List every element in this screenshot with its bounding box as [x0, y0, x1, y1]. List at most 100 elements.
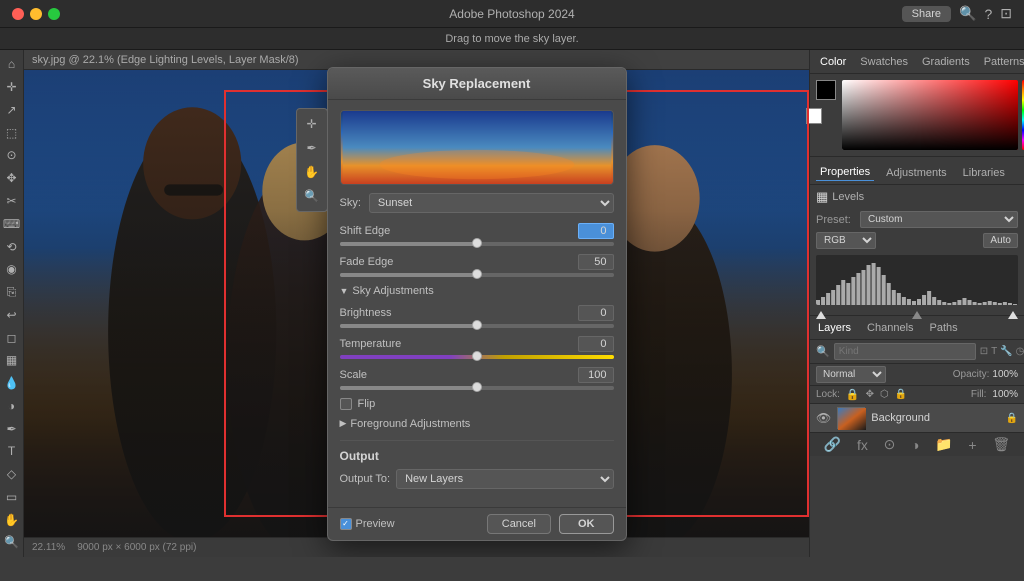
tab-paths[interactable]: Paths	[926, 320, 962, 336]
layers-search-input[interactable]	[834, 343, 976, 360]
minimize-button[interactable]	[30, 8, 42, 20]
levels-black-point[interactable]	[816, 311, 826, 319]
levels-white-point[interactable]	[1008, 311, 1018, 319]
new-group-icon[interactable]: 📁	[935, 436, 952, 453]
hand-dialog-tool[interactable]: ✋	[301, 161, 323, 183]
lock-artboard-icon[interactable]: ⬡	[880, 389, 889, 400]
shift-edge-value: 0	[578, 223, 614, 239]
temperature-track[interactable]	[340, 355, 614, 359]
tab-channels[interactable]: Channels	[863, 320, 917, 336]
temperature-label: Temperature	[340, 338, 402, 350]
new-layer-icon[interactable]: +	[968, 437, 976, 453]
maximize-button[interactable]	[48, 8, 60, 20]
lock-label: Lock:	[816, 389, 840, 400]
shape-tool[interactable]: ▭	[1, 487, 23, 508]
channel-dropdown[interactable]: RGB	[816, 232, 876, 249]
marquee-tool[interactable]: ⬚	[1, 122, 23, 143]
pen-tool[interactable]: ✒	[1, 418, 23, 439]
output-to-dropdown[interactable]: New Layers	[396, 469, 613, 489]
dodge-tool[interactable]: ◑	[1, 395, 23, 416]
sky-selector-dropdown[interactable]: Sunset	[369, 193, 614, 213]
history-tool[interactable]: ↩	[1, 304, 23, 325]
gradient-tool[interactable]: ▦	[1, 350, 23, 371]
zoom-dialog-tool[interactable]: 🔍	[301, 185, 323, 207]
ok-button[interactable]: OK	[559, 514, 614, 534]
foreground-color-swatch[interactable]	[816, 80, 836, 100]
brush-dialog-tool[interactable]: ✒	[301, 137, 323, 159]
histogram-icon: ▦	[816, 189, 828, 205]
crop-tool[interactable]: ✂	[1, 191, 23, 212]
filter-icon-4[interactable]: ◷	[1016, 346, 1024, 357]
layer-item-background[interactable]: 👁 Background 🔒	[810, 404, 1024, 432]
color-picker-area	[810, 74, 1024, 157]
close-button[interactable]	[12, 8, 24, 20]
fade-edge-label: Fade Edge	[340, 256, 394, 268]
tab-color[interactable]: Color	[814, 54, 852, 70]
brightness-track[interactable]	[340, 324, 614, 328]
foreground-header[interactable]: ▶ Foreground Adjustments	[340, 418, 614, 430]
tab-adjustments[interactable]: Adjustments	[882, 165, 951, 181]
eyedropper-tool[interactable]: ⌨	[1, 213, 23, 234]
fade-edge-row: Fade Edge 50	[340, 254, 614, 277]
tab-libraries[interactable]: Libraries	[959, 165, 1009, 181]
move-dialog-tool[interactable]: ✛	[301, 113, 323, 135]
levels-mid-point[interactable]	[912, 311, 922, 319]
link-layers-icon[interactable]: 🔗	[824, 436, 841, 453]
sky-preview-image	[340, 110, 614, 185]
help-icon[interactable]: ?	[984, 6, 992, 22]
color-gradient-box[interactable]	[842, 80, 1018, 150]
preview-checkbox[interactable]: ✓	[340, 518, 352, 530]
dialog-tools: ✛ ✒ ✋ 🔍	[296, 108, 328, 212]
preset-dropdown[interactable]: Custom	[860, 211, 1018, 228]
lock-move-icon[interactable]: ✥	[866, 389, 874, 400]
background-color-swatch[interactable]	[806, 108, 822, 124]
tab-gradients[interactable]: Gradients	[916, 54, 976, 70]
flip-checkbox[interactable]	[340, 398, 352, 410]
shift-edge-track[interactable]	[340, 242, 614, 246]
scale-track[interactable]	[340, 386, 614, 390]
filter-icon-2[interactable]: T	[991, 346, 997, 357]
search-icon[interactable]: 🔍	[959, 5, 976, 22]
lock-all-icon[interactable]: 🔒	[895, 389, 907, 400]
lasso-tool[interactable]: ⊙	[1, 145, 23, 166]
auto-button[interactable]: Auto	[983, 233, 1018, 248]
selection-tool[interactable]: ↗	[1, 100, 23, 121]
new-adjustment-icon[interactable]: ◑	[911, 437, 919, 453]
window-controls[interactable]	[12, 8, 60, 20]
path-tool[interactable]: ◇	[1, 464, 23, 485]
brush-tool[interactable]: ◉	[1, 259, 23, 280]
transform-tool[interactable]: ✥	[1, 168, 23, 189]
heal-tool[interactable]: ⟲	[1, 236, 23, 257]
window-icon[interactable]: ⊡	[1000, 5, 1012, 22]
move-tool[interactable]: ✛	[1, 77, 23, 98]
brightness-label: Brightness	[340, 307, 392, 319]
filter-icon-1[interactable]: ⊡	[980, 346, 988, 357]
blur-tool[interactable]: 💧	[1, 373, 23, 394]
dialog-body: Sky: Sunset Shift Edge 0	[328, 100, 626, 507]
share-button[interactable]: Share	[902, 6, 951, 22]
blend-mode-dropdown[interactable]: Normal	[816, 366, 886, 383]
home-tool[interactable]: ⌂	[1, 54, 23, 75]
filter-icon-3[interactable]: 🔧	[1000, 346, 1012, 357]
cancel-button[interactable]: Cancel	[487, 514, 551, 534]
delete-layer-icon[interactable]: 🗑	[992, 436, 1010, 453]
add-mask-icon[interactable]: ⊙	[884, 436, 896, 453]
layer-effects-icon[interactable]: fx	[857, 437, 868, 453]
tab-swatches[interactable]: Swatches	[854, 54, 914, 70]
zoom-tool[interactable]: 🔍	[1, 532, 23, 553]
tab-patterns[interactable]: Patterns	[978, 54, 1024, 70]
type-tool[interactable]: T	[1, 441, 23, 462]
layer-visibility-icon[interactable]: 👁	[816, 411, 831, 425]
tab-layers[interactable]: Layers	[814, 320, 855, 336]
hand-tool[interactable]: ✋	[1, 509, 23, 530]
sky-adjustments-header[interactable]: ▼ Sky Adjustments	[340, 285, 614, 297]
sky-adjustments-label: Sky Adjustments	[352, 285, 433, 297]
shift-edge-label: Shift Edge	[340, 225, 391, 237]
tab-properties[interactable]: Properties	[816, 164, 874, 181]
clone-tool[interactable]: ⎘	[1, 282, 23, 303]
search-icon: 🔍	[816, 345, 830, 358]
eraser-tool[interactable]: ◻	[1, 327, 23, 348]
fill-label: Fill:	[971, 389, 987, 400]
fade-edge-track[interactable]	[340, 273, 614, 277]
lock-icon[interactable]: 🔒	[846, 388, 860, 401]
